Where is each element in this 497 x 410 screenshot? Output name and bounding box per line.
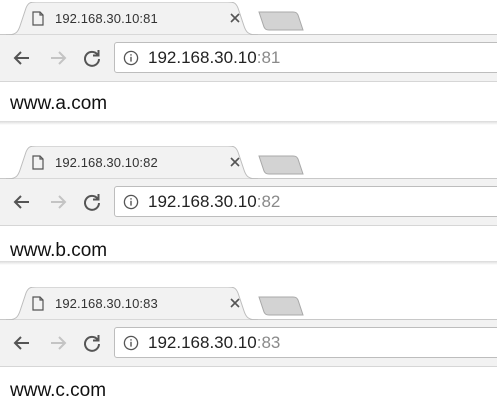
tab-title: 192.168.30.10:82 (55, 155, 158, 170)
url-host: 192.168.30.10 (148, 48, 257, 67)
new-tab-button[interactable] (257, 295, 305, 317)
close-icon[interactable] (228, 296, 242, 310)
tab-title: 192.168.30.10:81 (55, 11, 158, 26)
page-icon (32, 11, 44, 26)
tab-strip: 192.168.30.10:81 (0, 0, 497, 35)
new-tab-button[interactable] (257, 10, 305, 32)
page-text: www.b.com (10, 240, 108, 261)
forward-arrow-icon[interactable] (48, 192, 68, 212)
toolbar: 192.168.30.10:83 (0, 320, 497, 367)
url-text: 192.168.30.10:82 (148, 192, 280, 212)
url-host: 192.168.30.10 (148, 192, 257, 211)
address-bar[interactable]: 192.168.30.10:82 (114, 186, 497, 217)
url-port: :82 (256, 192, 281, 211)
back-arrow-icon[interactable] (12, 48, 32, 68)
page-icon (32, 296, 44, 311)
url-host: 192.168.30.10 (148, 333, 257, 352)
page-text: www.c.com (10, 380, 107, 401)
forward-arrow-icon[interactable] (48, 48, 68, 68)
url-text: 192.168.30.10:81 (148, 48, 280, 68)
close-icon[interactable] (228, 155, 242, 169)
info-icon[interactable] (123, 194, 139, 210)
browser-window-1: 192.168.30.10:81 192.168.30.10:81 www.a.… (0, 0, 497, 122)
url-port: :81 (256, 48, 281, 67)
page-content: www.c.com (0, 367, 497, 410)
window-divider (0, 261, 497, 265)
new-tab-button[interactable] (257, 154, 305, 176)
tab-strip: 192.168.30.10:83 (0, 285, 497, 320)
forward-arrow-icon[interactable] (48, 333, 68, 353)
reload-icon[interactable] (82, 192, 102, 212)
back-arrow-icon[interactable] (12, 192, 32, 212)
page-content: www.b.com (0, 226, 497, 262)
info-icon[interactable] (123, 50, 139, 66)
url-port: :83 (256, 333, 281, 352)
browser-tab[interactable]: 192.168.30.10:82 (6, 146, 258, 179)
url-text: 192.168.30.10:83 (148, 333, 280, 353)
back-arrow-icon[interactable] (12, 333, 32, 353)
page-text: www.a.com (10, 93, 108, 114)
toolbar: 192.168.30.10:82 (0, 179, 497, 226)
browser-tab[interactable]: 192.168.30.10:83 (6, 287, 258, 320)
reload-icon[interactable] (82, 333, 102, 353)
window-divider (0, 121, 497, 125)
page-icon (32, 155, 44, 170)
reload-icon[interactable] (82, 48, 102, 68)
tab-strip: 192.168.30.10:82 (0, 144, 497, 179)
browser-window-2: 192.168.30.10:82 192.168.30.10:82 www.b.… (0, 144, 497, 262)
tab-title: 192.168.30.10:83 (55, 296, 158, 311)
close-icon[interactable] (228, 11, 242, 25)
browser-window-3: 192.168.30.10:83 192.168.30.10:83 www.c.… (0, 285, 497, 410)
toolbar: 192.168.30.10:81 (0, 35, 497, 82)
address-bar[interactable]: 192.168.30.10:83 (114, 327, 497, 358)
page-content: www.a.com (0, 82, 497, 122)
browser-tab[interactable]: 192.168.30.10:81 (6, 2, 258, 35)
address-bar[interactable]: 192.168.30.10:81 (114, 42, 497, 73)
info-icon[interactable] (123, 335, 139, 351)
